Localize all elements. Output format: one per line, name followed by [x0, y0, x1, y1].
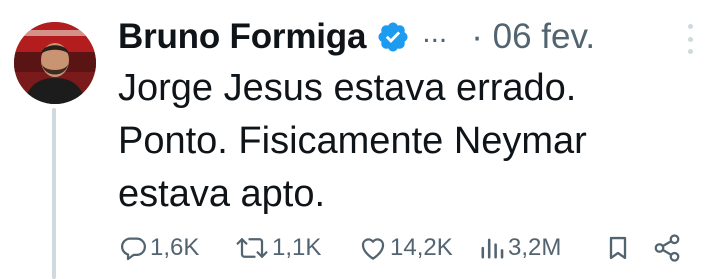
retweet-count: 1,1K [272, 234, 322, 261]
tweet-text-line: Ponto. Fisicamente Neymar [118, 120, 587, 162]
verified-badge-icon [376, 20, 410, 54]
reply-count: 1,6K [150, 234, 200, 261]
tweet-text-line: Jorge Jesus estava errado. [118, 67, 577, 109]
tweet-text-line: estava apto. [118, 173, 326, 215]
reply-button[interactable]: 1,6K [118, 233, 199, 263]
retweet-button[interactable]: 1,1K [234, 233, 321, 263]
avatar[interactable] [14, 22, 96, 104]
author-name[interactable]: Bruno Formiga [118, 17, 366, 57]
like-count: 14,2K [390, 234, 453, 261]
views-count: 3,2M [508, 234, 562, 261]
reply-icon [118, 233, 148, 263]
more-vertical-icon[interactable] [685, 24, 695, 54]
tweet: Bruno Formiga ... · 06 fev. Jorge Jesus … [0, 0, 721, 279]
like-button[interactable]: 14,2K [358, 233, 453, 263]
like-icon [358, 233, 388, 263]
tweet-header: Bruno Formiga ... · 06 fev. [118, 14, 695, 60]
views-icon [478, 233, 506, 263]
thread-line [52, 108, 56, 279]
header-ellipsis: ... [422, 16, 448, 49]
retweet-icon [234, 233, 270, 263]
tweet-date[interactable]: · 06 fev. [471, 17, 595, 57]
share-button[interactable] [652, 233, 682, 263]
bookmark-icon [604, 233, 632, 263]
bookmark-button[interactable] [604, 233, 632, 263]
share-icon [652, 233, 682, 263]
tweet-text: Jorge Jesus estava errado. Ponto. Fisica… [118, 62, 698, 221]
views-button[interactable]: 3,2M [478, 233, 561, 263]
